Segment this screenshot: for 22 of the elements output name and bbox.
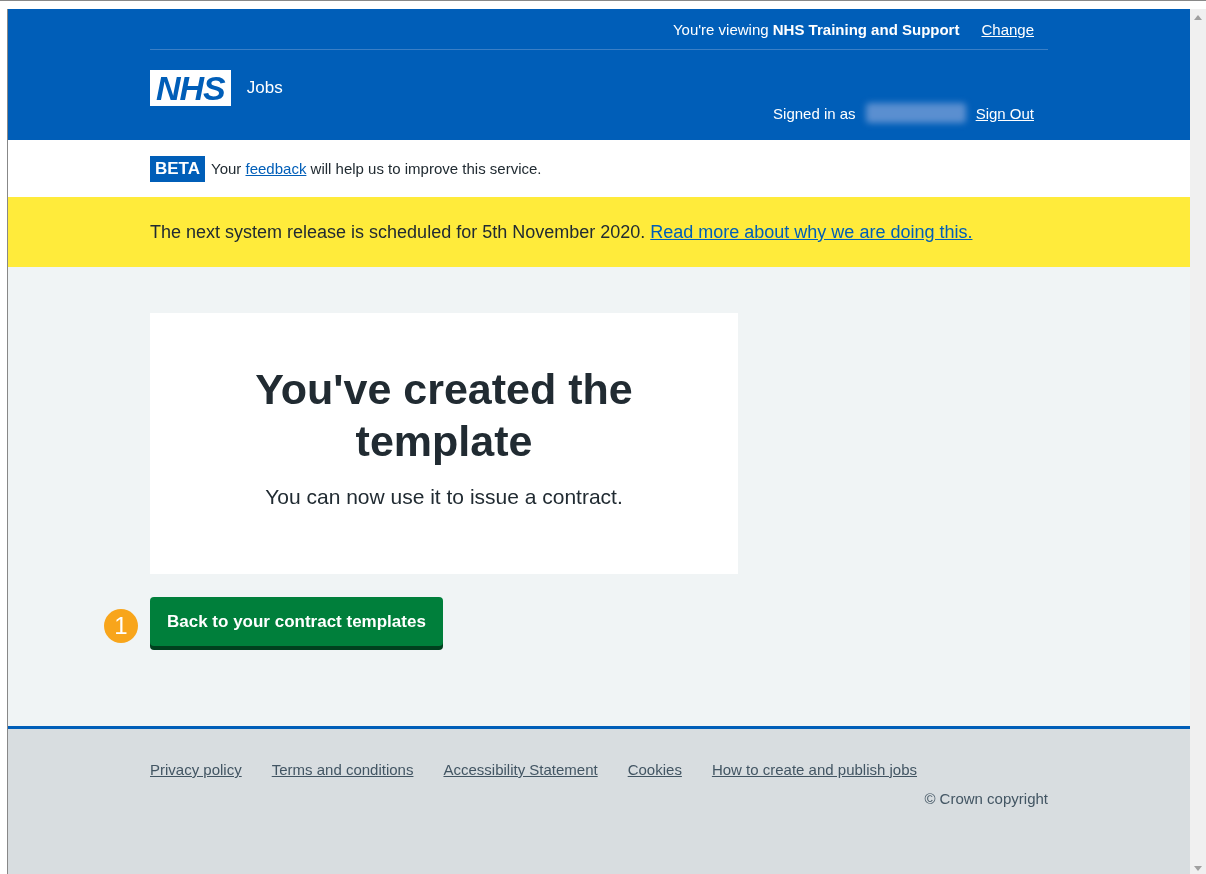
copyright-text: © Crown copyright <box>924 790 1048 807</box>
footer-link[interactable]: Terms and conditions <box>271 761 414 778</box>
read-more-link[interactable]: Read more about why we are doing this. <box>650 221 973 242</box>
scroll-down-icon[interactable] <box>1194 866 1202 871</box>
footer-link[interactable]: Cookies <box>627 761 682 778</box>
footer-link[interactable]: Privacy policy <box>150 761 242 778</box>
service-name: Jobs <box>246 77 283 98</box>
change-link[interactable]: Change <box>981 20 1034 38</box>
beta-tag: BETA <box>150 155 205 182</box>
nhs-logo[interactable]: NHS <box>150 70 231 106</box>
feedback-text: Your feedback will help us to improve this service. <box>211 160 542 177</box>
step-marker: 1 <box>104 609 138 643</box>
panel-body: You can now use it to issue a contract. <box>264 485 624 509</box>
viewing-text: You're viewing NHS Training and Support <box>672 20 960 38</box>
release-notice: The next system release is scheduled for 5th November 2020. Read more about why we are doing this. <box>150 221 973 242</box>
scroll-up-icon[interactable] <box>1194 15 1202 20</box>
footer-link[interactable]: How to create and publish jobs <box>711 761 917 778</box>
signed-in-label: Signed in as <box>773 104 856 122</box>
feedback-link[interactable]: feedback <box>245 160 307 177</box>
sign-out-link[interactable]: Sign Out <box>975 104 1034 122</box>
footer-link[interactable]: Accessibility Statement <box>443 761 598 778</box>
panel-title: You've created the template <box>254 364 634 467</box>
